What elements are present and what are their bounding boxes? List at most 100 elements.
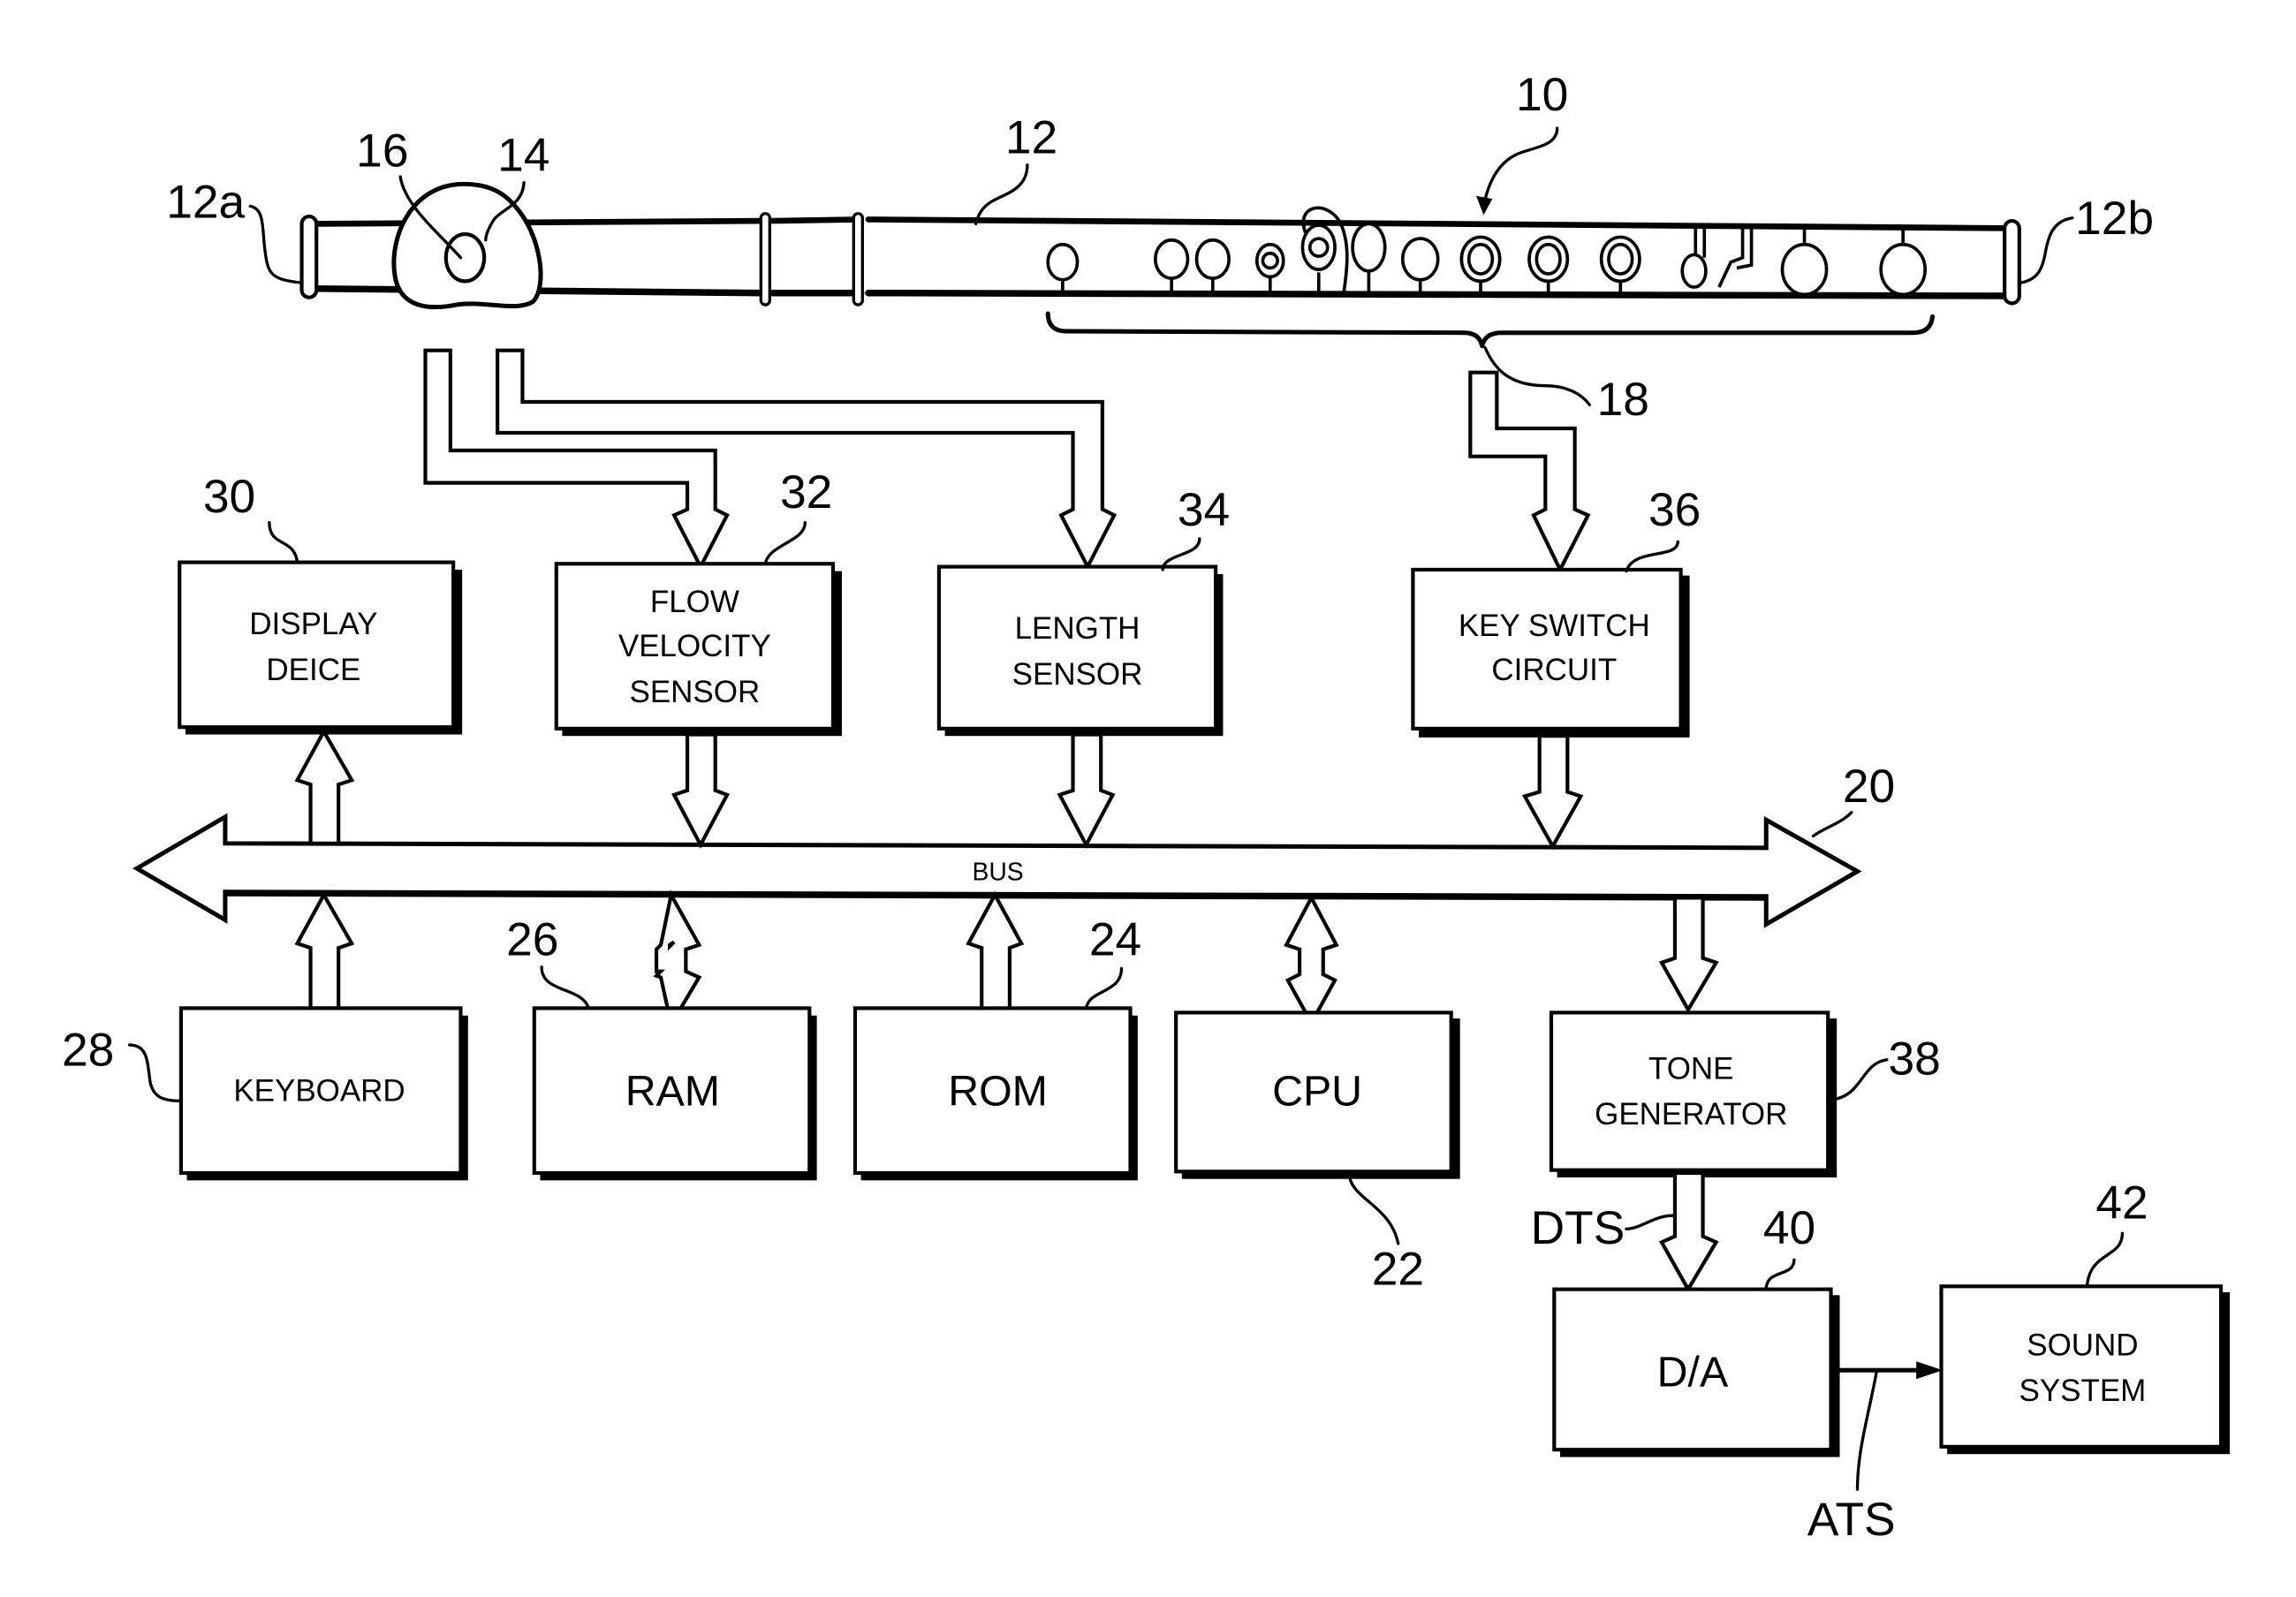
signal-label-dts: DTS bbox=[1531, 1202, 1625, 1254]
arrow-flow-to-bus bbox=[671, 732, 730, 849]
length-sensor-label-line2: SENSOR bbox=[1012, 657, 1143, 692]
leader-12b bbox=[2019, 216, 2074, 284]
flow-pipe-arrow bbox=[423, 348, 730, 571]
pipe-to-flow-sensor bbox=[423, 348, 730, 571]
arrow-bus-to-display bbox=[294, 727, 355, 845]
key bbox=[1046, 242, 1080, 293]
leader-32 bbox=[763, 520, 807, 565]
signal-label-ats: ATS bbox=[1807, 1494, 1896, 1546]
length-sensor-box bbox=[936, 564, 1218, 730]
block-flow-velocity-sensor: FLOW VELOCITY SENSOR bbox=[554, 562, 842, 737]
block-cpu: CPU bbox=[1174, 1010, 1460, 1179]
flute-tube-bottom bbox=[310, 284, 2017, 299]
leader-20 bbox=[1811, 811, 1853, 838]
leader-dts bbox=[1625, 1214, 1677, 1230]
leader-24 bbox=[1084, 966, 1124, 1010]
ram-label: RAM bbox=[625, 1067, 720, 1115]
arrow-keyboard-to-bus bbox=[294, 890, 355, 1010]
ref-label-10: 10 bbox=[1516, 69, 1568, 121]
leader-12a bbox=[248, 204, 304, 284]
ref-label-12b: 12b bbox=[2075, 193, 2154, 245]
keys-brace bbox=[1045, 311, 1935, 349]
block-rom: ROM bbox=[852, 1006, 1138, 1181]
key bbox=[1351, 222, 1387, 293]
display-device-label-line1: DISPLAY bbox=[249, 607, 377, 641]
ref-label-22: 22 bbox=[1372, 1244, 1424, 1296]
ref-label-18: 18 bbox=[1597, 374, 1649, 426]
key bbox=[1680, 228, 1708, 289]
sound-system-label-line1: SOUND bbox=[2027, 1328, 2138, 1363]
key bbox=[1194, 238, 1231, 293]
flute-end-left bbox=[299, 215, 319, 299]
arrow-rom-to-bus bbox=[966, 890, 1025, 1012]
key-switch-label-line2: CIRCUIT bbox=[1491, 653, 1617, 687]
keyboard-label: KEYBOARD bbox=[233, 1073, 405, 1108]
flute-joint-ring bbox=[759, 212, 771, 307]
leader-10 bbox=[1481, 126, 1559, 208]
ref-label-12: 12 bbox=[1005, 111, 1057, 163]
key bbox=[1527, 235, 1570, 293]
ref-label-34: 34 bbox=[1178, 484, 1230, 536]
ref-label-32: 32 bbox=[780, 466, 832, 518]
tone-generator-box bbox=[1549, 1010, 1830, 1172]
embouchure-hole bbox=[443, 231, 487, 284]
block-ram: RAM bbox=[532, 1006, 817, 1181]
ref-label-28: 28 bbox=[62, 1024, 114, 1076]
key bbox=[1879, 228, 1927, 297]
sound-system-box bbox=[1939, 1284, 2224, 1449]
block-tone-generator: TONE GENERATOR bbox=[1549, 1010, 1838, 1178]
tone-generator-label-line1: TONE bbox=[1648, 1051, 1734, 1086]
key-switch-circuit-box bbox=[1411, 567, 1683, 730]
arrow-length-to-bus bbox=[1057, 732, 1116, 849]
key-switch-label-line1: KEY SWITCH bbox=[1459, 609, 1650, 643]
arrowhead-10 bbox=[1476, 195, 1493, 216]
key bbox=[1599, 235, 1641, 293]
bus-label: BUS bbox=[972, 858, 1023, 886]
ref-label-20: 20 bbox=[1843, 761, 1895, 813]
flute-tube-top bbox=[310, 216, 2017, 231]
leader-38 bbox=[1830, 1058, 1889, 1101]
rom-label: ROM bbox=[948, 1067, 1048, 1115]
arrow-bus-to-tone bbox=[1658, 896, 1719, 1014]
leader-40 bbox=[1764, 1258, 1796, 1291]
arrow-da-to-sound-head bbox=[1916, 1361, 1944, 1380]
leader-18 bbox=[1483, 345, 1591, 407]
sound-system-label-line2: SYSTEM bbox=[2019, 1374, 2147, 1408]
display-device-box bbox=[178, 560, 456, 730]
block-diagram: 10 12 12a 12b 16 14 18 DISPLAY DEICE 30 … bbox=[62, 69, 2231, 1546]
ref-label-38: 38 bbox=[1889, 1033, 1941, 1085]
block-keyboard: KEYBOARD bbox=[178, 1006, 468, 1181]
block-key-switch-circuit: KEY SWITCH CIRCUIT bbox=[1411, 567, 1690, 738]
block-length-sensor: LENGTH SENSOR bbox=[936, 564, 1224, 737]
ref-label-40: 40 bbox=[1763, 1202, 1815, 1254]
ref-label-26: 26 bbox=[506, 913, 558, 965]
ref-label-14: 14 bbox=[497, 129, 549, 181]
ref-label-16: 16 bbox=[356, 125, 408, 177]
cpu-label: CPU bbox=[1272, 1067, 1362, 1115]
tone-generator-label-line2: GENERATOR bbox=[1595, 1097, 1787, 1132]
keyswitch-pipe-arrow bbox=[1468, 370, 1591, 574]
block-display-device: DISPLAY DEICE bbox=[178, 560, 463, 735]
flow-sensor-label-line1: FLOW bbox=[650, 585, 739, 619]
ref-label-36: 36 bbox=[1648, 484, 1701, 536]
leader-36 bbox=[1625, 540, 1679, 573]
arrow-cpu-bus-bidirectional bbox=[1284, 894, 1339, 1027]
arrow-ram-bus-bidirectional bbox=[653, 889, 702, 1030]
ref-label-30: 30 bbox=[203, 471, 255, 523]
key bbox=[1459, 235, 1502, 293]
leader-42 bbox=[2085, 1231, 2125, 1288]
key bbox=[1400, 237, 1440, 293]
key bbox=[1153, 238, 1190, 293]
da-converter-label: D/A bbox=[1657, 1349, 1729, 1396]
arrow-keyswitch-to-bus bbox=[1521, 734, 1584, 851]
leader-26 bbox=[540, 965, 591, 1010]
flute bbox=[299, 181, 2021, 349]
key bbox=[1717, 228, 1754, 288]
flute-joint-ring bbox=[852, 212, 864, 307]
leader-ats bbox=[1855, 1370, 1878, 1491]
pipe-to-key-switch bbox=[1468, 370, 1591, 574]
key bbox=[1254, 242, 1285, 293]
ref-label-24: 24 bbox=[1089, 913, 1141, 965]
block-da-converter: D/A bbox=[1552, 1287, 1840, 1457]
leader-30 bbox=[268, 520, 299, 564]
